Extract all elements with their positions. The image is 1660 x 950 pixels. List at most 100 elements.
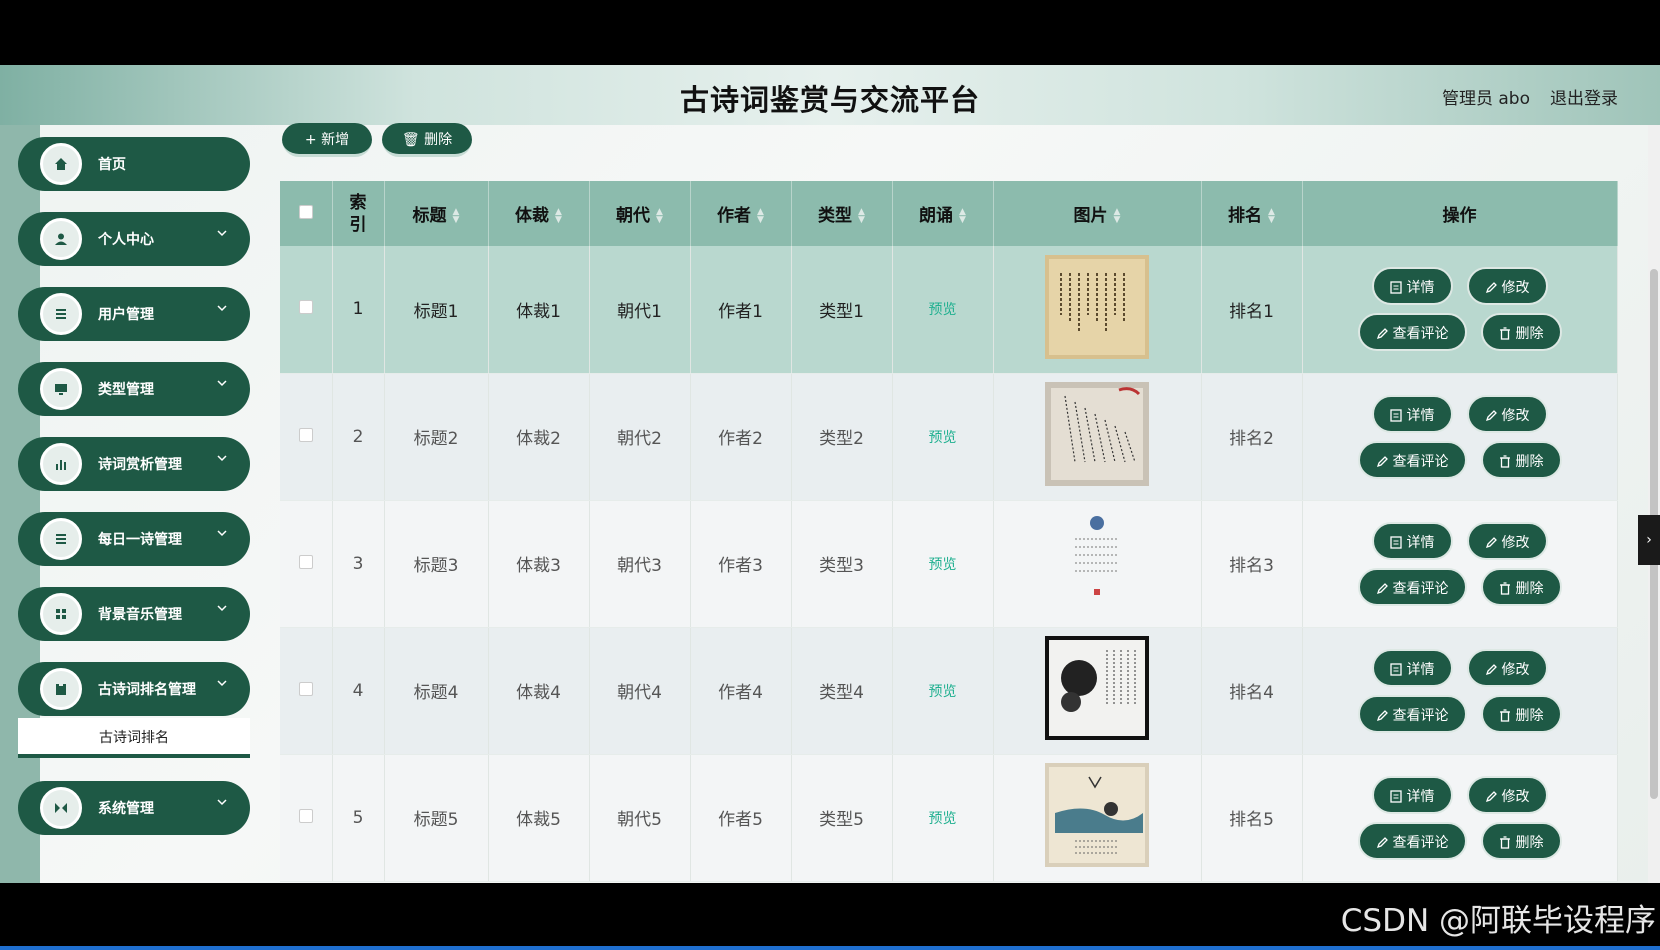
table-row[interactable]: 4 标题4 体裁4 朝代4 作者4 类型4 预览 排名4 详情 修改 查看评论 … xyxy=(280,627,1618,755)
submenu-item-poem-ranking[interactable]: 古诗词排名 xyxy=(18,718,250,758)
view-comments-label: 查看评论 xyxy=(1392,453,1449,470)
chevron-down-icon xyxy=(216,452,228,468)
col-title[interactable]: 标题 ▲ ▼ xyxy=(384,181,489,246)
chevron-down-icon xyxy=(216,602,228,618)
preview-link[interactable]: 预览 xyxy=(929,430,957,446)
cell-index: 1 xyxy=(332,246,385,374)
table-row[interactable]: 5 标题5 体裁5 朝代5 作者5 类型5 预览 排名5 详情 修改 查看评论 … xyxy=(280,754,1618,882)
sidebar-item[interactable]: 古诗词排名管理 xyxy=(18,662,250,716)
cell-image xyxy=(993,627,1202,755)
table-row[interactable]: 2 标题2 体裁2 朝代2 作者2 类型2 预览 排名2 详情 修改 查看评论 … xyxy=(280,373,1618,501)
sidebar-item[interactable]: 诗词赏析管理 xyxy=(18,437,250,491)
sidebar-item-label: 诗词赏析管理 xyxy=(98,457,182,473)
cell-dynasty: 朝代4 xyxy=(589,627,691,755)
poem-thumbnail[interactable] xyxy=(994,509,1201,618)
edit-button[interactable]: 修改 xyxy=(1466,521,1548,560)
sort-icon: ▲ ▼ xyxy=(555,207,562,225)
sidebar-item[interactable]: 背景音乐管理 xyxy=(18,587,250,641)
add-button[interactable]: + 新增 xyxy=(282,123,372,157)
poem-thumbnail[interactable] xyxy=(994,382,1201,491)
detail-button[interactable]: 详情 xyxy=(1371,648,1453,687)
logout-link[interactable]: 退出登录 xyxy=(1550,84,1618,109)
col-author[interactable]: 作者 ▲ ▼ xyxy=(690,181,792,246)
cell-recite: 预览 xyxy=(892,246,994,374)
view-comments-button[interactable]: 查看评论 xyxy=(1357,821,1467,860)
preview-link[interactable]: 预览 xyxy=(929,684,957,700)
sidebar-item-label: 类型管理 xyxy=(98,382,154,398)
detail-button[interactable]: 详情 xyxy=(1371,267,1453,306)
preview-link[interactable]: 预览 xyxy=(929,811,957,827)
row-checkbox[interactable] xyxy=(298,681,313,696)
table-row[interactable]: 1 标题1 体裁1 朝代1 作者1 类型1 预览 排名1 详情 修改 查看评论 … xyxy=(280,246,1618,374)
detail-button[interactable]: 详情 xyxy=(1371,521,1453,560)
view-comments-label: 查看评论 xyxy=(1392,326,1449,343)
detail-button[interactable]: 详情 xyxy=(1371,394,1453,433)
cell-rank: 排名1 xyxy=(1201,246,1303,374)
sidebar-item[interactable]: 每日一诗管理 xyxy=(18,512,250,566)
view-comments-button[interactable]: 查看评论 xyxy=(1357,313,1467,352)
row-delete-label: 删除 xyxy=(1515,453,1544,470)
row-checkbox[interactable] xyxy=(298,427,313,442)
row-delete-button[interactable]: 删除 xyxy=(1480,440,1562,479)
col-dynasty[interactable]: 朝代 ▲ ▼ xyxy=(589,181,691,246)
poem-thumbnail[interactable] xyxy=(994,254,1201,364)
col-actions-label: 操作 xyxy=(1442,206,1477,226)
cell-image xyxy=(993,754,1202,882)
row-delete-button[interactable]: 删除 xyxy=(1480,567,1562,606)
cell-type: 类型4 xyxy=(791,627,893,755)
cell-actions: 详情 修改 查看评论 删除 xyxy=(1302,373,1618,501)
edit-button[interactable]: 修改 xyxy=(1466,775,1548,814)
cell-author: 作者1 xyxy=(690,246,792,374)
cell-index: 5 xyxy=(332,754,385,882)
table-row[interactable]: 3 标题3 体裁3 朝代3 作者3 类型3 预览 排名3 详情 修改 查看评论 … xyxy=(280,500,1618,628)
detail-button[interactable]: 详情 xyxy=(1371,775,1453,814)
cell-author: 作者2 xyxy=(690,373,792,501)
sidebar-item[interactable]: 首页 xyxy=(18,137,250,191)
row-delete-button[interactable]: 删除 xyxy=(1480,821,1562,860)
select-all-checkbox[interactable] xyxy=(298,204,313,219)
row-checkbox[interactable] xyxy=(298,300,313,315)
col-index[interactable]: 索引 xyxy=(332,181,385,246)
top-bar: 古诗词鉴赏与交流平台 管理员 abo 退出登录 xyxy=(0,65,1660,125)
view-comments-button[interactable]: 查看评论 xyxy=(1357,440,1467,479)
view-comments-button[interactable]: 查看评论 xyxy=(1357,694,1467,733)
edit-button[interactable]: 修改 xyxy=(1466,267,1548,306)
vertical-scrollbar[interactable] xyxy=(1648,125,1660,883)
poem-thumbnail[interactable] xyxy=(994,763,1201,872)
chevron-down-icon xyxy=(216,677,228,693)
sidebar-item[interactable]: 类型管理 xyxy=(18,362,250,416)
poem-thumbnail[interactable] xyxy=(994,636,1201,745)
row-checkbox[interactable] xyxy=(298,554,313,569)
sidebar-item[interactable]: 系统管理 xyxy=(18,781,250,835)
sidebar-item[interactable]: 个人中心 xyxy=(18,212,250,266)
row-delete-button[interactable]: 删除 xyxy=(1480,694,1562,733)
row-select-cell xyxy=(280,754,333,882)
col-image[interactable]: 图片 ▲ ▼ xyxy=(993,181,1202,246)
col-rank[interactable]: 排名 ▲ ▼ xyxy=(1201,181,1303,246)
view-comments-button[interactable]: 查看评论 xyxy=(1357,567,1467,606)
trash-icon: 🗑 xyxy=(401,132,420,148)
delete-button[interactable]: 🗑 删除 xyxy=(382,123,472,157)
row-delete-button[interactable]: 删除 xyxy=(1480,313,1562,352)
cell-index: 2 xyxy=(332,373,385,501)
cell-type: 类型2 xyxy=(791,373,893,501)
sidebar-item[interactable]: 用户管理 xyxy=(18,287,250,341)
col-genre[interactable]: 体裁 ▲ ▼ xyxy=(488,181,590,246)
document-icon xyxy=(1389,662,1407,678)
row-checkbox[interactable] xyxy=(298,808,313,823)
pen-icon xyxy=(1376,326,1393,342)
document-icon xyxy=(1389,280,1407,296)
chevron-down-icon xyxy=(216,527,228,543)
col-title-label: 标题 xyxy=(412,206,447,226)
col-recite[interactable]: 朗诵 ▲ ▼ xyxy=(892,181,994,246)
row-delete-label: 删除 xyxy=(1515,326,1544,343)
col-type[interactable]: 类型 ▲ ▼ xyxy=(791,181,893,246)
edit-button[interactable]: 修改 xyxy=(1466,648,1548,687)
cell-title: 标题4 xyxy=(384,627,489,755)
view-comments-label: 查看评论 xyxy=(1392,834,1449,851)
side-expand-tab[interactable]: › xyxy=(1638,515,1660,565)
preview-link[interactable]: 预览 xyxy=(929,557,957,573)
sidebar-item-label: 系统管理 xyxy=(98,801,154,817)
preview-link[interactable]: 预览 xyxy=(929,302,957,318)
edit-button[interactable]: 修改 xyxy=(1466,394,1548,433)
